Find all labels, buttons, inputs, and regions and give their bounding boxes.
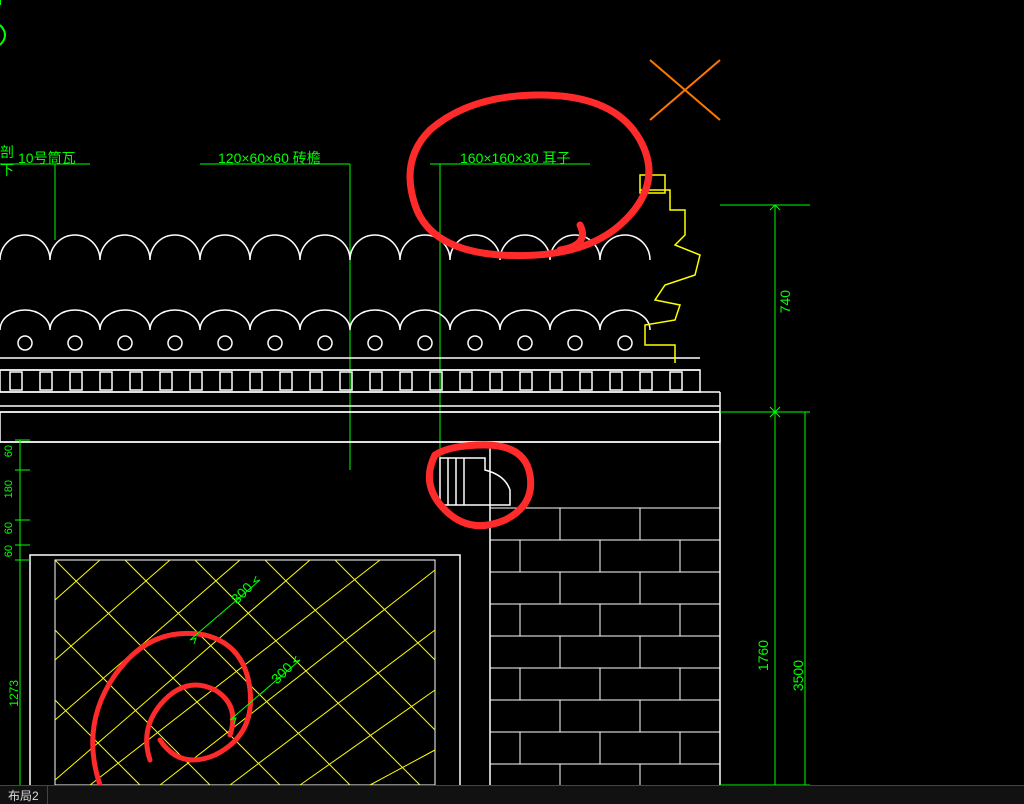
dim-right: [720, 205, 810, 785]
tab-layout2[interactable]: 布局2: [0, 786, 48, 804]
dim-60c: 60: [3, 545, 15, 557]
dim-180: 180: [3, 480, 15, 498]
dim-3500: 3500: [790, 660, 806, 691]
brick-pier: [490, 508, 720, 785]
drawing-svg: [0, 0, 1024, 804]
label-brick-eave: 120×60×60 砖檐: [218, 148, 321, 168]
corner-mark: [0, 0, 5, 45]
label-left-b: 下: [0, 160, 14, 180]
dim-1273: 1273: [7, 680, 21, 707]
dim-1760: 1760: [755, 640, 771, 671]
tab-bar: 布局2: [0, 785, 1024, 804]
dim-left: [15, 440, 30, 785]
ridge-ornament: [640, 175, 700, 363]
roof-tiles: [0, 235, 720, 412]
label-tile: 10号筒瓦: [18, 148, 76, 168]
label-left-a: 剖: [0, 142, 14, 162]
label-ear: 160×160×30 耳子: [460, 148, 571, 168]
wall-band: [0, 392, 720, 785]
cad-canvas[interactable]: 剖 下 10号筒瓦 120×60×60 砖檐 160×160×30 耳子 740…: [0, 0, 1024, 804]
dim-60b: 60: [3, 522, 15, 534]
dim-60a: 60: [3, 445, 15, 457]
dim-740: 740: [777, 290, 793, 313]
crosshair-icon: [650, 60, 720, 120]
